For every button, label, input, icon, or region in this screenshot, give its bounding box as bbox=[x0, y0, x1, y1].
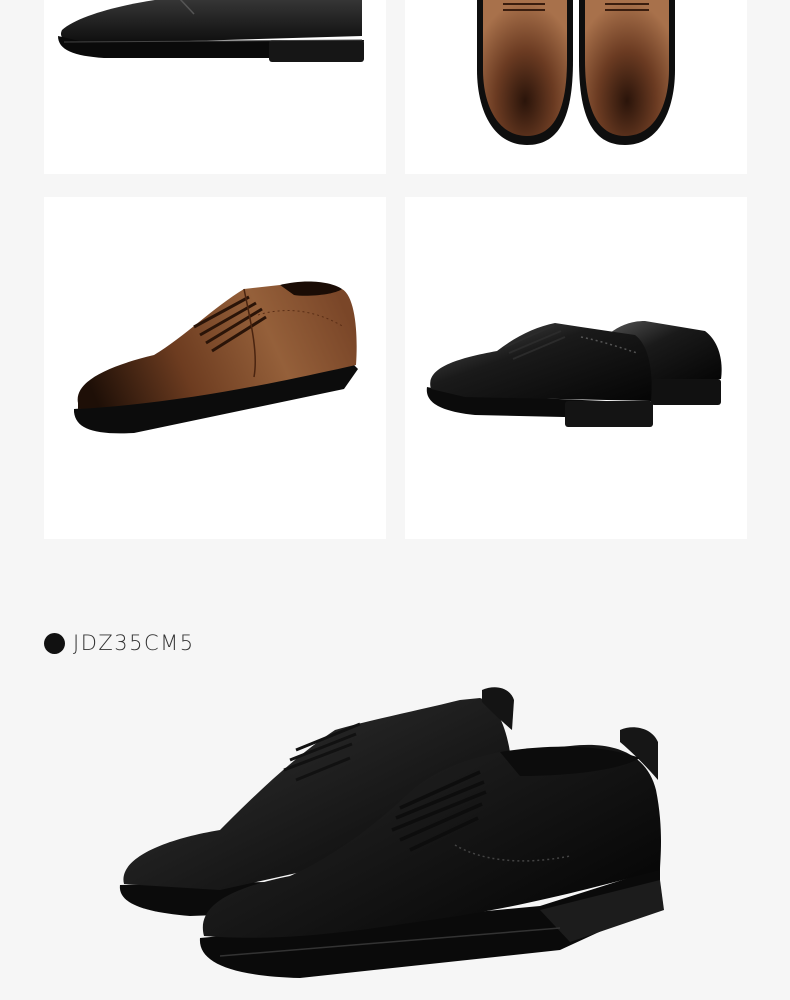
bullet-dot-icon bbox=[44, 632, 65, 654]
model-code: JDZ35CM5 bbox=[73, 631, 195, 655]
product-image-black-side[interactable] bbox=[44, 0, 386, 174]
shoe-illustration bbox=[74, 281, 358, 434]
product-image-brown-angle[interactable] bbox=[44, 197, 386, 539]
product-image-brown-top[interactable] bbox=[405, 0, 747, 174]
shoe-illustration bbox=[58, 0, 364, 62]
product-hero-image[interactable] bbox=[100, 680, 700, 995]
shoe-illustration bbox=[477, 0, 675, 145]
shoe-pair-illustration bbox=[119, 687, 664, 978]
model-label-row: JDZ35CM5 bbox=[44, 630, 195, 656]
shoe-illustration bbox=[426, 321, 722, 427]
product-image-black-pair[interactable] bbox=[405, 197, 747, 539]
